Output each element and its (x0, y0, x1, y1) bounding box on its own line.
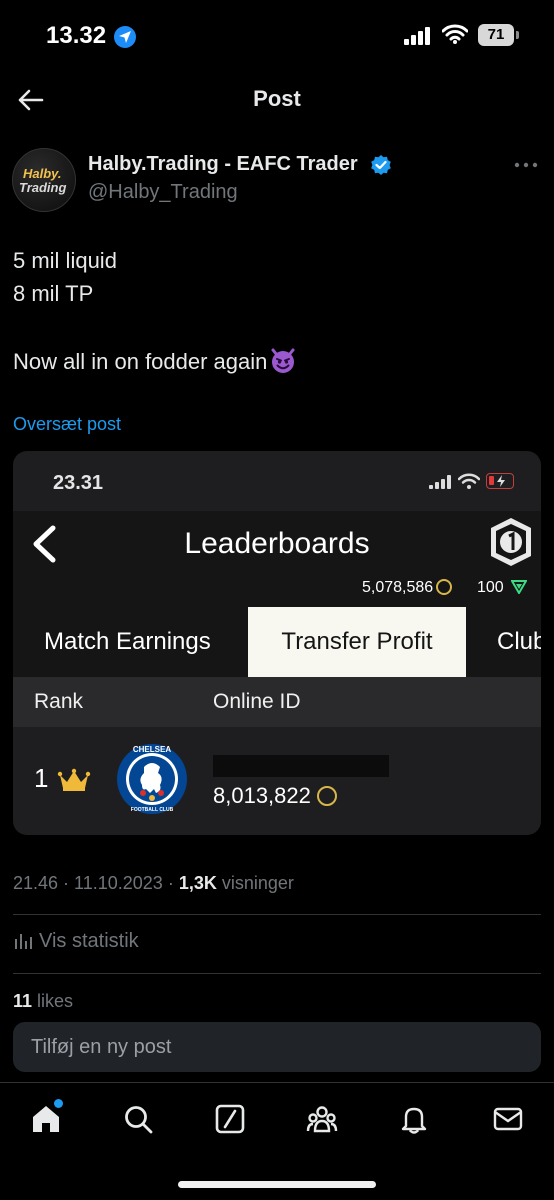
view-stats-button[interactable]: Vis statistik (13, 930, 139, 953)
page-title: Post (253, 86, 301, 111)
tweet-text: Now all in on fodder again (13, 349, 268, 374)
post-time: 21.46 (13, 873, 59, 893)
author-handle[interactable]: @Halby_Trading (88, 181, 238, 204)
embedded-top-bar: Leaderboards 5,078,586 100 (13, 511, 541, 607)
crest-subtext: FOOTBALL CLUB (131, 807, 174, 813)
notification-dot (54, 1099, 63, 1108)
battery-indicator: 71 (478, 24, 519, 46)
coin-balance: 5,078,586 (362, 579, 453, 597)
verified-badge-icon (371, 155, 391, 175)
reply-bar (0, 1012, 554, 1082)
season-badge-icon (491, 518, 531, 566)
embedded-signal-icon (429, 475, 451, 489)
stats-chart-icon (15, 934, 32, 949)
tab-club: Club (497, 628, 541, 655)
communities-icon[interactable] (306, 1103, 338, 1135)
notifications-bell-icon[interactable] (398, 1103, 430, 1135)
stats-label: Vis statistik (39, 930, 139, 952)
home-indicator (178, 1181, 376, 1188)
attached-image[interactable]: 23.31 Leaderboards 5,078,586 100 Match E… (13, 451, 541, 835)
avatar-text-line2: Trading (19, 180, 67, 195)
views-label: visninger (221, 873, 294, 893)
points-balance: 100 (477, 579, 528, 597)
leaderboard-row: 1 CHELSEA FOOTBALL CLUB 8,013,822 (13, 727, 541, 835)
transfer-profit-value: 8,013,822 (213, 783, 337, 809)
divider (13, 973, 541, 974)
chelsea-crest-icon: CHELSEA FOOTBALL CLUB (117, 744, 187, 814)
grok-icon[interactable] (214, 1103, 246, 1135)
post-date: 11.10.2023 (74, 873, 163, 893)
more-options-icon[interactable] (514, 162, 538, 168)
coin-icon (436, 579, 453, 595)
embedded-status-time: 23.31 (53, 472, 104, 494)
crest-text: CHELSEA (133, 745, 171, 754)
status-bar: 13.32 71 (0, 0, 554, 74)
top-bar: Post (0, 74, 554, 130)
column-rank: Rank (34, 690, 84, 713)
wifi-icon (442, 24, 468, 44)
divider (13, 914, 541, 915)
post-meta: 21.46 · 11.10.2023 · 1,3K visninger (13, 873, 294, 893)
location-icon (114, 26, 136, 48)
column-online-id: Online ID (213, 690, 301, 713)
redacted-online-id (213, 755, 389, 777)
views-count: 1,3K (178, 873, 217, 893)
avatar[interactable]: Halby. Trading (12, 148, 76, 212)
crown-icon (57, 768, 91, 791)
tab-match-earnings: Match Earnings (44, 628, 211, 655)
search-icon[interactable] (122, 1103, 154, 1135)
author-name[interactable]: Halby.Trading - EAFC Trader (88, 153, 358, 176)
messages-envelope-icon[interactable] (492, 1103, 524, 1135)
rank-number: 1 (34, 763, 49, 793)
signal-icon (404, 27, 430, 45)
reply-input[interactable] (13, 1022, 541, 1072)
embedded-tabs: Match Earnings Transfer Profit Club (13, 607, 541, 677)
status-time: 13.32 (46, 22, 107, 49)
translate-post-link[interactable]: Oversæt post (13, 414, 121, 435)
embedded-wifi-icon (458, 473, 480, 489)
tweet-text-line: 5 mil liquid (13, 248, 117, 273)
smiling-imp-icon (271, 348, 295, 373)
tweet-text-line: Now all in on fodder again (13, 346, 297, 375)
embedded-title: Leaderboards (184, 527, 370, 560)
avatar-text-line1: Halby. (23, 166, 62, 181)
coin-icon (316, 786, 337, 806)
tweet-text-line: 8 mil TP (13, 281, 94, 306)
tab-transfer-profit: Transfer Profit (248, 607, 466, 677)
likes-count[interactable]: 11 likes (13, 991, 73, 1012)
leaderboard-header: Rank Online ID (13, 677, 541, 727)
embedded-battery-icon (486, 473, 514, 489)
points-icon (510, 580, 528, 595)
